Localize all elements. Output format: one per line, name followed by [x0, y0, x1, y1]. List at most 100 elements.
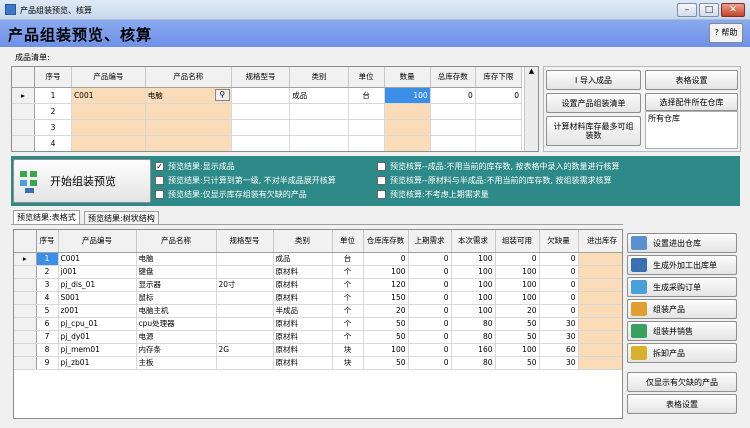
cell-unit[interactable]: 台 [348, 87, 385, 104]
cell-name[interactable] [145, 119, 232, 136]
cell-qty[interactable] [384, 103, 431, 120]
table-row[interactable]: 6 pj_cpu_01 cpu处理器 原材料 个 50 0 80 50 30 [14, 317, 622, 331]
col-header-demand[interactable]: 本次需求 [451, 230, 496, 253]
cell-qty[interactable] [384, 119, 431, 136]
col-header-stock[interactable]: 仓库库存数 [363, 230, 409, 253]
table-row[interactable]: ▸ 1 C001 电脑 成品 台 0 0 100 0 0 [14, 252, 622, 266]
table-row[interactable]: 4 [12, 135, 523, 151]
bom-grid[interactable]: 序号 产品编号 产品名称 规格型号 类别 单位 数量 总库存数 库存下限 ▸ 1… [11, 66, 539, 152]
cell-code[interactable]: C001 [71, 87, 146, 104]
col-header-name[interactable]: 产品名称 [145, 67, 232, 88]
cell-io-warehouse[interactable] [578, 317, 622, 331]
cell-io-warehouse[interactable] [578, 330, 622, 344]
cell-unit[interactable] [348, 135, 385, 151]
checkbox[interactable] [377, 190, 386, 199]
col-header-name[interactable]: 产品名称 [136, 230, 217, 253]
cell-io-warehouse[interactable] [578, 265, 622, 279]
close-button[interactable]: ✕ [721, 3, 745, 17]
checkbox[interactable] [377, 176, 386, 185]
table-row[interactable]: 2 [12, 103, 523, 120]
col-header-spec[interactable]: 规格型号 [216, 230, 274, 253]
cell-io-warehouse[interactable] [578, 278, 622, 292]
col-header-unit[interactable]: 单位 [348, 67, 385, 88]
col-header-no[interactable]: 序号 [36, 230, 59, 253]
col-header-no[interactable]: 序号 [34, 67, 72, 88]
col-header-min[interactable]: 库存下限 [475, 67, 523, 88]
option-first-level[interactable]: 预览结果:只计算到第一级, 不对半成品展开核算 [155, 175, 336, 186]
table-row[interactable]: 3 [12, 119, 523, 136]
cell-unit[interactable] [348, 119, 385, 136]
col-header-code[interactable]: 产品编号 [58, 230, 137, 253]
cell-unit[interactable] [348, 103, 385, 120]
help-button[interactable]: ? 帮助 [709, 23, 743, 43]
checkbox[interactable] [155, 176, 164, 185]
col-header-category[interactable]: 类别 [273, 230, 333, 253]
cell-spec[interactable] [231, 103, 291, 120]
warehouse-list[interactable]: 所有仓库 [645, 111, 738, 149]
cell-io-warehouse[interactable] [578, 356, 622, 370]
option-material-demand[interactable]: 预览核算--原材料与半成品:不用当前的库存数, 按组装需求核算 [377, 175, 612, 186]
col-header-stock[interactable]: 总库存数 [430, 67, 476, 88]
table-row[interactable]: 7 pj_dy01 电源 原材料 个 50 0 80 50 30 [14, 330, 622, 344]
cell-name[interactable]: 电脑 ⚲ [145, 87, 232, 104]
table-row[interactable]: 3 pj_dis_01 显示器 20寸 原材料 个 120 0 100 100 … [14, 278, 622, 292]
import-button[interactable]: I 导入成品 [546, 70, 641, 90]
table-row[interactable]: 8 pj_mem01 内存条 2G 原材料 块 100 0 160 100 60 [14, 343, 622, 357]
cell-name[interactable] [145, 103, 232, 120]
table-settings-top-button[interactable]: 表格设置 [645, 70, 738, 90]
result-grid[interactable]: 序号 产品编号 产品名称 规格型号 类别 单位 仓库库存数 上期需求 本次需求 … [13, 229, 623, 419]
calc-max-button[interactable]: 计算材料库存最多可组装数 [546, 116, 641, 146]
disassemble-button[interactable]: 拆卸产品 [627, 343, 737, 363]
set-bom-button[interactable]: 设置产品组装清单 [546, 93, 641, 113]
cell-name[interactable] [145, 135, 232, 151]
cell-io-warehouse[interactable] [578, 291, 622, 305]
cell-io-warehouse[interactable] [578, 304, 622, 318]
outsource-order-button[interactable]: 生成外加工出库单 [627, 255, 737, 275]
cell-code[interactable] [71, 103, 146, 120]
table-row[interactable]: 9 pj_zb01 主板 原材料 块 50 0 80 50 30 [14, 356, 622, 370]
assemble-button[interactable]: 组装产品 [627, 299, 737, 319]
table-settings-bottom-button[interactable]: 表格设置 [627, 394, 737, 414]
col-header-prev-demand[interactable]: 上期需求 [408, 230, 452, 253]
col-header-code[interactable]: 产品编号 [71, 67, 146, 88]
cell-qty[interactable]: 100 [384, 87, 431, 104]
cell-category[interactable] [289, 135, 349, 151]
cell-code[interactable] [71, 119, 146, 136]
col-header-unit[interactable]: 单位 [332, 230, 364, 253]
set-io-warehouse-button[interactable]: 设置进出仓库 [627, 233, 737, 253]
cell-spec[interactable] [231, 119, 291, 136]
option-ignore-prev[interactable]: 预览核算:不考虑上期需求量 [377, 189, 489, 200]
cell-spec[interactable] [231, 135, 291, 151]
cell-category[interactable] [289, 119, 349, 136]
lookup-search-icon[interactable]: ⚲ [214, 88, 230, 101]
choose-warehouse-button[interactable]: 选择配件所在仓库 [645, 93, 738, 111]
col-header-category[interactable]: 类别 [289, 67, 349, 88]
col-header-spec[interactable]: 规格型号 [231, 67, 291, 88]
start-preview-button[interactable]: 开始组装预览 [13, 159, 151, 203]
purchase-order-button[interactable]: 生成采购订单 [627, 277, 737, 297]
minimize-button[interactable]: – [677, 3, 697, 17]
checkbox[interactable] [155, 190, 164, 199]
option-only-short[interactable]: 预览结果:仅显示库存组装有欠缺的产品 [155, 189, 307, 200]
cell-qty[interactable] [384, 135, 431, 151]
warehouse-list-item[interactable]: 所有仓库 [648, 114, 680, 123]
cell-spec[interactable] [231, 87, 291, 104]
cell-code[interactable] [71, 135, 146, 151]
option-product-qty[interactable]: 预览核算--成品:不用当前的库存数, 按表格中录入的数量进行核算 [377, 161, 620, 172]
cell-category[interactable]: 成品 [289, 87, 349, 104]
show-short-only-button[interactable]: 仅显示有欠缺的产品 [627, 372, 737, 392]
scroll-up-icon[interactable]: ▲ [525, 67, 538, 77]
cell-category[interactable] [289, 103, 349, 120]
checkbox-checked[interactable]: ✓ [155, 162, 164, 171]
tab-table-view[interactable]: 预览结果:表格式 [13, 210, 80, 224]
table-row[interactable]: 4 S001 鼠标 原材料 个 150 0 100 100 0 [14, 291, 622, 305]
col-header-io-warehouse[interactable]: 进出库存 [578, 230, 622, 253]
table-row[interactable]: 2 j001 键盘 原材料 个 100 0 100 100 0 [14, 265, 622, 279]
cell-io-warehouse[interactable] [578, 343, 622, 357]
table-row[interactable]: ▸ 1 C001 电脑 ⚲ 成品 台 100 0 0 [12, 87, 523, 104]
option-show-products[interactable]: ✓ 预览结果:显示成品 [155, 161, 235, 172]
bom-scrollbar[interactable]: ▲ [524, 67, 538, 151]
maximize-button[interactable]: □ [699, 3, 719, 17]
tab-tree-view[interactable]: 预览结果:树状结构 [84, 211, 159, 225]
col-header-qty[interactable]: 数量 [384, 67, 431, 88]
